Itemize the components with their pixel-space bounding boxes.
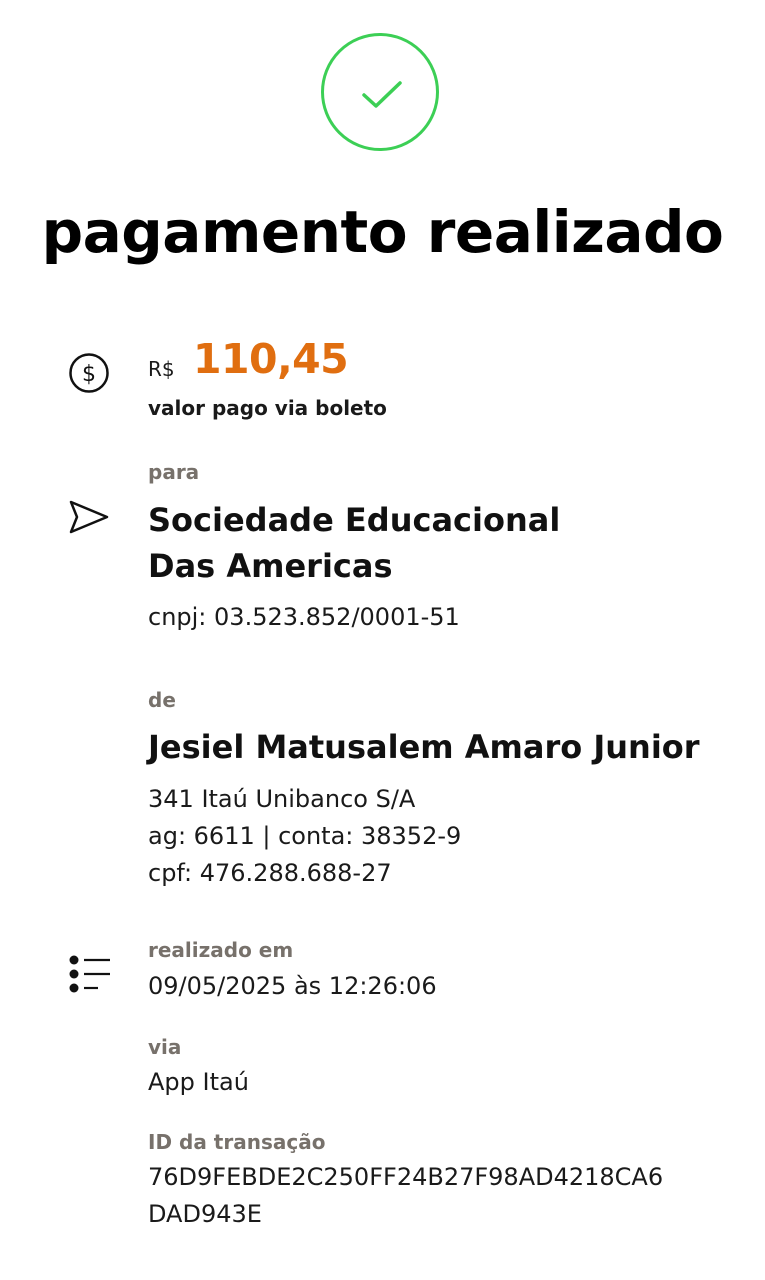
transaction-id-label: ID da transação bbox=[148, 1130, 326, 1154]
list-icon bbox=[68, 953, 112, 999]
payer-bank: 341 Itaú Unibanco S/A bbox=[148, 785, 416, 813]
send-icon bbox=[68, 498, 110, 540]
payer-account: ag: 6611 | conta: 38352-9 bbox=[148, 822, 462, 850]
date-value: 09/05/2025 às 12:26:06 bbox=[148, 972, 437, 1000]
payer-document: cpf: 476.288.688-27 bbox=[148, 859, 392, 887]
amount-currency: R$ bbox=[148, 357, 175, 381]
dollar-circle-icon: $ bbox=[68, 352, 110, 398]
channel-value: App Itaú bbox=[148, 1068, 249, 1096]
payer-name: Jesiel Matusalem Amaro Junior bbox=[148, 728, 700, 766]
date-label: realizado em bbox=[148, 938, 294, 962]
checkmark-icon bbox=[362, 81, 402, 108]
recipient-name-line2: Das Americas bbox=[148, 547, 393, 585]
recipient-document: cnpj: 03.523.852/0001-51 bbox=[148, 603, 460, 631]
success-check-icon bbox=[321, 33, 439, 151]
amount-caption: valor pago via boleto bbox=[148, 396, 387, 420]
svg-text:$: $ bbox=[82, 362, 96, 387]
page-title: pagamento realizado bbox=[41, 198, 724, 266]
recipient-label: para bbox=[148, 460, 200, 484]
channel-label: via bbox=[148, 1035, 182, 1059]
transaction-id-line1: 76D9FEBDE2C250FF24B27F98AD4218CA6 bbox=[148, 1163, 664, 1191]
recipient-name-line1: Sociedade Educacional bbox=[148, 501, 561, 539]
amount-value: 110,45 bbox=[193, 335, 349, 383]
transaction-id-line2: DAD943E bbox=[148, 1200, 262, 1228]
payer-label: de bbox=[148, 688, 176, 712]
